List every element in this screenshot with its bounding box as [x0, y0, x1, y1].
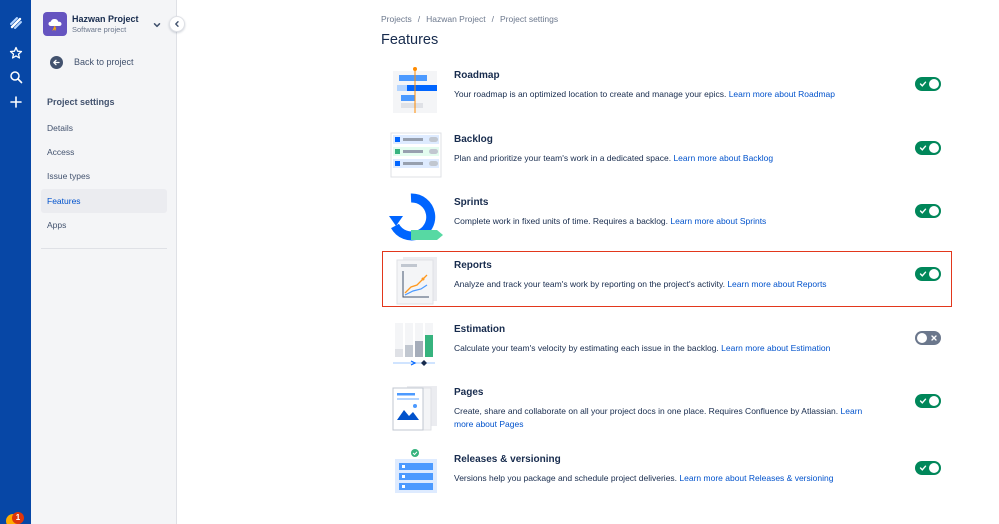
- learn-more-roadmap-link[interactable]: Learn more about Roadmap: [729, 89, 835, 99]
- feature-description: Versions help you package and schedule p…: [454, 472, 864, 485]
- breadcrumb-projects[interactable]: Projects: [381, 14, 412, 24]
- feature-desc-text: Your roadmap is an optimized location to…: [454, 89, 729, 99]
- sidebar-item-label: Access: [47, 147, 75, 157]
- project-type: Software project: [72, 25, 127, 34]
- breadcrumb-separator: /: [491, 14, 494, 24]
- close-icon: [931, 335, 937, 341]
- back-to-project-link[interactable]: Back to project: [41, 51, 167, 73]
- feature-title: Releases & versioning: [454, 454, 561, 465]
- feature-description: Complete work in fixed units of time. Re…: [454, 215, 864, 228]
- project-sidebar: Hazwan Project Software project Back to …: [31, 0, 177, 524]
- collapse-sidebar-button[interactable]: [169, 16, 185, 32]
- sidebar-item-label: Features: [47, 196, 81, 206]
- plus-icon[interactable]: [0, 90, 31, 114]
- feature-description: Calculate your team's velocity by estima…: [454, 342, 864, 355]
- sprints-illustration-icon: [389, 193, 443, 241]
- jira-logo-icon[interactable]: [0, 11, 31, 35]
- breadcrumb-project-settings[interactable]: Project settings: [500, 14, 558, 24]
- feature-title: Roadmap: [454, 70, 500, 81]
- toggle-knob: [929, 396, 939, 406]
- arrow-left-icon: [50, 55, 63, 69]
- feature-row-pages: Pages Create, share and collaborate on a…: [381, 380, 951, 436]
- estimation-illustration-icon: [393, 323, 435, 366]
- releases-illustration-icon: [395, 449, 437, 493]
- backlog-toggle[interactable]: [915, 141, 941, 155]
- toggle-knob: [929, 79, 939, 89]
- sidebar-item-access[interactable]: Access: [41, 140, 167, 164]
- feature-row-roadmap: Roadmap Your roadmap is an optimized loc…: [381, 63, 951, 119]
- breadcrumb: Projects / Hazwan Project / Project sett…: [381, 14, 558, 24]
- check-icon: [919, 465, 927, 471]
- feature-description: Create, share and collaborate on all you…: [454, 405, 864, 430]
- pages-toggle[interactable]: [915, 394, 941, 408]
- project-name: Hazwan Project: [72, 14, 139, 24]
- notification-badge[interactable]: 1: [12, 512, 24, 524]
- learn-more-backlog-link[interactable]: Learn more about Backlog: [673, 153, 773, 163]
- feature-title: Backlog: [454, 134, 493, 145]
- search-icon[interactable]: [0, 65, 31, 89]
- project-avatar: [43, 12, 67, 36]
- learn-more-releases-link[interactable]: Learn more about Releases & versioning: [679, 473, 833, 483]
- backlog-illustration-icon: [390, 132, 442, 178]
- toggle-knob: [929, 463, 939, 473]
- sidebar-item-label: Apps: [47, 220, 67, 230]
- check-icon: [919, 398, 927, 404]
- star-icon[interactable]: [0, 41, 31, 65]
- estimation-toggle[interactable]: [915, 331, 941, 345]
- releases-toggle[interactable]: [915, 461, 941, 475]
- roadmap-illustration-icon: [393, 67, 437, 113]
- chevron-down-icon[interactable]: [152, 17, 162, 28]
- roadmap-toggle[interactable]: [915, 77, 941, 91]
- learn-more-estimation-link[interactable]: Learn more about Estimation: [721, 343, 830, 353]
- toggle-knob: [917, 333, 927, 343]
- feature-title: Pages: [454, 387, 484, 398]
- highlight-annotation-box: [382, 251, 952, 307]
- check-icon: [919, 81, 927, 87]
- sidebar-item-details[interactable]: Details: [41, 116, 167, 140]
- learn-more-sprints-link[interactable]: Learn more about Sprints: [670, 216, 766, 226]
- sidebar-heading: Project settings: [47, 97, 115, 107]
- sidebar-item-features[interactable]: Features: [41, 189, 167, 213]
- feature-title: Estimation: [454, 324, 506, 335]
- feature-description: Your roadmap is an optimized location to…: [454, 88, 864, 101]
- feature-row-releases: Releases & versioning Versions help you …: [381, 447, 951, 503]
- pages-illustration-icon: [392, 386, 437, 431]
- sidebar-item-apps[interactable]: Apps: [41, 213, 167, 237]
- page-title: Features: [381, 32, 439, 48]
- sidebar-item-label: Issue types: [47, 171, 90, 181]
- sprints-toggle[interactable]: [915, 204, 941, 218]
- breadcrumb-project[interactable]: Hazwan Project: [426, 14, 486, 24]
- toggle-knob: [929, 206, 939, 216]
- feature-desc-text: Create, share and collaborate on all you…: [454, 406, 841, 416]
- feature-desc-text: Calculate your team's velocity by estima…: [454, 343, 722, 353]
- feature-title: Sprints: [454, 197, 489, 208]
- feature-desc-text: Plan and prioritize your team's work in …: [454, 153, 674, 163]
- toggle-knob: [929, 143, 939, 153]
- sidebar-divider: [41, 248, 167, 249]
- chevron-left-icon: [175, 21, 179, 27]
- sidebar-item-label: Details: [47, 123, 73, 133]
- feature-row-backlog: Backlog Plan and prioritize your team's …: [381, 127, 951, 183]
- back-to-project-label: Back to project: [74, 57, 134, 67]
- app-window: 1 Hazwan Project Software project Back t…: [0, 0, 999, 524]
- global-nav-rail: 1: [0, 0, 31, 524]
- feature-description: Plan and prioritize your team's work in …: [454, 152, 864, 165]
- feature-desc-text: Complete work in fixed units of time. Re…: [454, 216, 671, 226]
- check-icon: [919, 145, 927, 151]
- feature-desc-text: Versions help you package and schedule p…: [454, 473, 680, 483]
- feature-row-estimation: Estimation Calculate your team's velocit…: [381, 317, 951, 373]
- check-icon: [919, 208, 927, 214]
- breadcrumb-separator: /: [417, 14, 421, 24]
- feature-row-sprints: Sprints Complete work in fixed units of …: [381, 190, 951, 246]
- sidebar-item-issue-types[interactable]: Issue types: [41, 164, 167, 188]
